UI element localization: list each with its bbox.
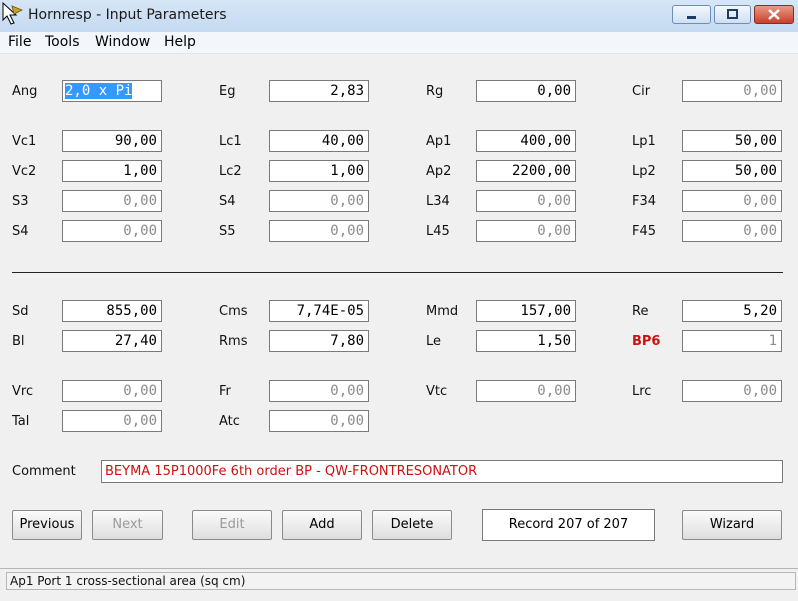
- tal-label: Tal: [12, 414, 30, 429]
- rg-label: Rg: [426, 84, 444, 99]
- f45-field[interactable]: 0,00: [682, 220, 782, 242]
- l34-field[interactable]: 0,00: [476, 190, 576, 212]
- l45-label: L45: [426, 224, 450, 239]
- lp1-field[interactable]: 50,00: [682, 130, 782, 152]
- ang-selected-text: 2,0 x Pi: [65, 83, 133, 99]
- mmd-label: Mmd: [426, 304, 459, 319]
- menu-file[interactable]: File: [8, 34, 31, 50]
- menu-window[interactable]: Window: [95, 34, 150, 50]
- s4-field[interactable]: 0,00: [269, 190, 369, 212]
- wizard-button[interactable]: Wizard: [682, 510, 782, 540]
- sd-field[interactable]: 855,00: [62, 300, 162, 322]
- minimize-button[interactable]: [672, 5, 711, 24]
- le-field[interactable]: 1,50: [476, 330, 576, 352]
- bp6-label: BP6: [632, 334, 661, 349]
- re-field[interactable]: 5,20: [682, 300, 782, 322]
- vc1-field[interactable]: 90,00: [62, 130, 162, 152]
- record-indicator: Record 207 of 207: [482, 509, 655, 541]
- rms-label: Rms: [219, 334, 248, 349]
- lp1-label: Lp1: [632, 134, 656, 149]
- section-divider: [12, 272, 783, 273]
- lp2-label: Lp2: [632, 164, 656, 179]
- ap2-field[interactable]: 2200,00: [476, 160, 576, 182]
- cms-label: Cms: [219, 304, 248, 319]
- tal-field[interactable]: 0,00: [62, 410, 162, 432]
- comment-label: Comment: [12, 464, 76, 479]
- vc1-label: Vc1: [12, 134, 37, 149]
- f34-field[interactable]: 0,00: [682, 190, 782, 212]
- window-title: Hornresp - Input Parameters: [28, 7, 227, 23]
- s4-field[interactable]: 0,00: [62, 220, 162, 242]
- vtc-field[interactable]: 0,00: [476, 380, 576, 402]
- next-button[interactable]: Next: [92, 510, 163, 540]
- atc-field[interactable]: 0,00: [269, 410, 369, 432]
- fr-field[interactable]: 0,00: [269, 380, 369, 402]
- vc2-field[interactable]: 1,00: [62, 160, 162, 182]
- close-icon: [768, 9, 780, 20]
- lc1-label: Lc1: [219, 134, 242, 149]
- maximize-button[interactable]: [714, 5, 751, 24]
- l45-field[interactable]: 0,00: [476, 220, 576, 242]
- eg-label: Eg: [219, 84, 236, 99]
- s4-label: S4: [219, 194, 236, 209]
- bl-label: Bl: [12, 334, 25, 349]
- s3-label: S3: [12, 194, 29, 209]
- atc-label: Atc: [219, 414, 240, 429]
- vc2-label: Vc2: [12, 164, 37, 179]
- eg-field[interactable]: 2,83: [269, 80, 369, 102]
- title-bar: Hornresp - Input Parameters: [0, 0, 798, 33]
- f45-label: F45: [632, 224, 657, 239]
- mmd-field[interactable]: 157,00: [476, 300, 576, 322]
- add-button[interactable]: Add: [282, 510, 362, 540]
- cms-field[interactable]: 7,74E-05: [269, 300, 369, 322]
- lp2-field[interactable]: 50,00: [682, 160, 782, 182]
- bl-field[interactable]: 27,40: [62, 330, 162, 352]
- close-button[interactable]: [754, 5, 794, 24]
- re-label: Re: [632, 304, 649, 319]
- fr-label: Fr: [219, 384, 231, 399]
- ap1-label: Ap1: [426, 134, 452, 149]
- menu-tools[interactable]: Tools: [45, 34, 80, 50]
- edit-button[interactable]: Edit: [192, 510, 272, 540]
- lc1-field[interactable]: 40,00: [269, 130, 369, 152]
- delete-button[interactable]: Delete: [372, 510, 452, 540]
- lc2-field[interactable]: 1,00: [269, 160, 369, 182]
- sd-label: Sd: [12, 304, 29, 319]
- app-icon: [2, 2, 23, 25]
- minimize-icon: [687, 16, 696, 19]
- cir-label: Cir: [632, 84, 651, 99]
- cir-field[interactable]: 0,00: [682, 80, 782, 102]
- menu-bar: File Tools Window Help: [0, 32, 798, 54]
- status-text: Ap1 Port 1 cross-sectional area (sq cm): [6, 572, 796, 590]
- lrc-field[interactable]: 0,00: [682, 380, 782, 402]
- ap2-label: Ap2: [426, 164, 452, 179]
- vrc-field[interactable]: 0,00: [62, 380, 162, 402]
- l34-label: L34: [426, 194, 450, 209]
- ap1-field[interactable]: 400,00: [476, 130, 576, 152]
- lrc-label: Lrc: [632, 384, 652, 399]
- s3-field[interactable]: 0,00: [62, 190, 162, 212]
- menu-help[interactable]: Help: [164, 34, 196, 50]
- rms-field[interactable]: 7,80: [269, 330, 369, 352]
- s5-field[interactable]: 0,00: [269, 220, 369, 242]
- rg-field[interactable]: 0,00: [476, 80, 576, 102]
- s5-label: S5: [219, 224, 236, 239]
- previous-button[interactable]: Previous: [12, 510, 82, 540]
- f34-label: F34: [632, 194, 657, 209]
- vtc-label: Vtc: [426, 384, 448, 399]
- ang-field[interactable]: 2,0 x Pi: [62, 80, 162, 102]
- comment-field[interactable]: BEYMA 15P1000Fe 6th order BP - QW-FRONTR…: [101, 460, 783, 483]
- bp6-field[interactable]: 1: [682, 330, 782, 352]
- lc2-label: Lc2: [219, 164, 242, 179]
- s4-label: S4: [12, 224, 29, 239]
- le-label: Le: [426, 334, 442, 349]
- ang-label: Ang: [12, 84, 38, 99]
- vrc-label: Vrc: [12, 384, 34, 399]
- maximize-icon: [727, 9, 738, 19]
